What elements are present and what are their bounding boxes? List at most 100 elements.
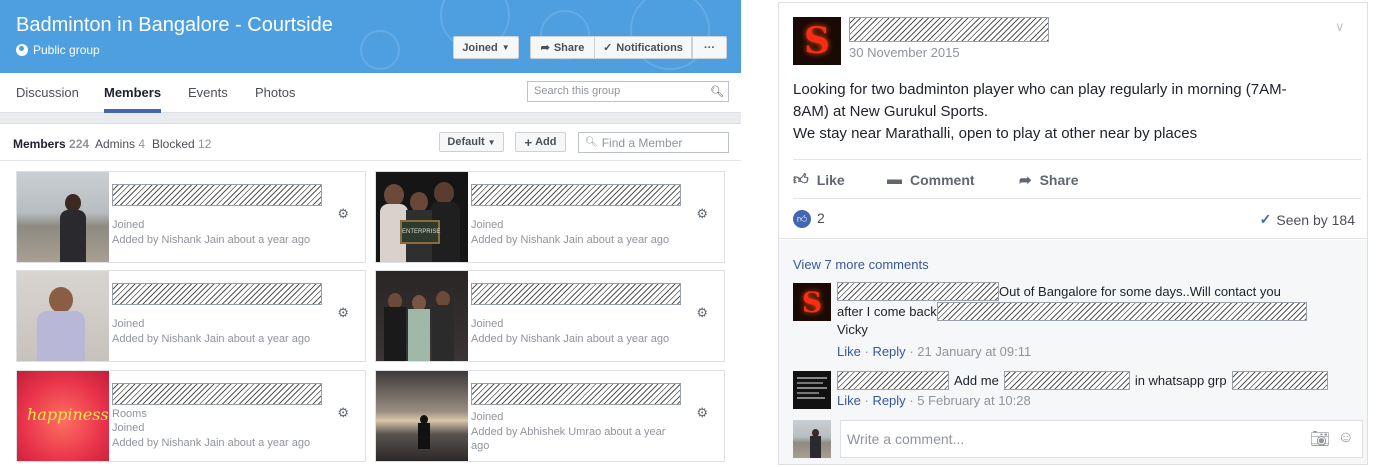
post-body-line: We stay near Marathalli, open to play at… [793, 125, 1198, 142]
member-status: Joined [471, 318, 504, 330]
seen-by-label: Seen by 184 [1276, 211, 1355, 228]
members-label: Members [13, 137, 66, 151]
redacted-text [936, 302, 1307, 321]
member-card[interactable]: ENTERPRISE Joined Added by Nishank Jain … [375, 171, 725, 263]
blocked-filter-tab[interactable]: Blocked 12 [152, 137, 211, 151]
joined-button[interactable]: Joined ▼ [453, 36, 519, 59]
comment-like-link[interactable]: Like [837, 393, 861, 408]
member-name-redacted[interactable] [112, 184, 322, 206]
member-photo[interactable]: happiness [17, 371, 109, 461]
post-author-name-redacted[interactable] [849, 17, 1049, 42]
more-icon: ··· [704, 41, 715, 54]
gear-icon[interactable]: ⚙ [337, 405, 349, 421]
comment-text: after I come back [837, 304, 937, 319]
gear-icon[interactable]: ⚙ [337, 305, 349, 321]
member-name-redacted[interactable] [471, 184, 681, 206]
comment-time[interactable]: 5 February at 10:28 [917, 393, 1030, 408]
comment-meta: Like · Reply · 21 January at 09:11 [837, 344, 1032, 359]
check-icon: ✓ [1259, 211, 1272, 227]
member-name-redacted[interactable] [112, 283, 322, 305]
camera-icon[interactable]: 📷︎ [1310, 429, 1330, 449]
member-photo[interactable] [376, 371, 468, 461]
members-filter-tab[interactable]: Members 224 [13, 137, 89, 151]
comments-area: View 7 more comments S Out of Bangalore … [779, 240, 1367, 464]
sort-default-button[interactable]: Default ▼ [439, 132, 504, 152]
member-status: Joined [471, 219, 504, 231]
group-title[interactable]: Badminton in Bangalore - Courtside [16, 14, 333, 37]
comment-reply-link[interactable]: Reply [872, 393, 905, 408]
comment-time[interactable]: 21 January at 09:11 [917, 344, 1031, 359]
comment-button[interactable]: ▬ Comment [887, 171, 975, 188]
tab-members[interactable]: Members [104, 85, 161, 100]
member-status: Joined [112, 219, 145, 231]
post-author-avatar[interactable]: S [793, 17, 841, 65]
member-card[interactable]: Joined Added by Nishank Jain about a yea… [16, 270, 366, 362]
add-member-button[interactable]: + Add [515, 132, 566, 152]
comment-label: Comment [910, 171, 975, 188]
current-user-avatar[interactable] [793, 420, 831, 458]
member-card[interactable]: Joined Added by Nishank Jain about a yea… [16, 171, 366, 263]
comment-author-name-redacted[interactable] [837, 371, 949, 390]
member-photo[interactable]: ENTERPRISE [376, 172, 468, 262]
member-photo[interactable] [376, 271, 468, 361]
gear-icon[interactable]: ⚙ [696, 206, 708, 222]
tab-events[interactable]: Events [188, 85, 228, 100]
emoji-icon[interactable]: ☺ [1338, 429, 1354, 447]
search-group-placeholder: Search this group [534, 85, 621, 97]
like-button[interactable]: 👍︎ Like [793, 171, 845, 189]
redacted-text [1231, 371, 1328, 390]
members-panel: Members 224 Admins 4 Blocked 12 Default … [0, 123, 741, 467]
post-body-line: Looking for two badminton player who can… [793, 81, 1287, 98]
chevron-down-icon[interactable]: ∨ [1335, 19, 1345, 35]
member-added-by: Added by Nishank Jain about a year ago [112, 234, 311, 246]
comment-author-avatar[interactable]: S [793, 283, 831, 321]
thumbs-up-icon: 👍︎ [793, 171, 809, 188]
member-card[interactable]: Joined Added by Nishank Jain about a yea… [375, 270, 725, 362]
find-member-input[interactable]: 🔍︎ Find a Member [578, 132, 729, 153]
gear-icon[interactable]: ⚙ [337, 206, 349, 222]
gear-icon[interactable]: ⚙ [696, 305, 708, 321]
search-icon[interactable]: 🔍︎ [710, 85, 724, 98]
comment-author-avatar[interactable] [793, 371, 831, 409]
share-post-button[interactable]: ➦ Share [1019, 171, 1079, 189]
member-name-redacted[interactable] [471, 383, 681, 405]
active-tab-indicator [104, 109, 161, 113]
members-count: 224 [69, 137, 90, 151]
share-arrow-icon: ➦ [1019, 172, 1032, 189]
member-name-redacted[interactable] [112, 383, 322, 405]
group-post: S 30 November 2015 ∨ Looking for two bad… [778, 2, 1368, 465]
comment-like-link[interactable]: Like [837, 344, 861, 359]
comment-reply-link[interactable]: Reply [872, 344, 905, 359]
redacted-text [1003, 371, 1130, 390]
comment-text: in whatsapp grp [1134, 373, 1227, 388]
share-group-button[interactable]: ➦ Share [530, 36, 594, 59]
member-card[interactable]: Joined Added by Abhishek Umrao about a y… [375, 370, 725, 462]
chalkboard-sign: ENTERPRISE [400, 220, 440, 244]
gear-icon[interactable]: ⚙ [696, 405, 708, 421]
like-reaction-icon[interactable]: 👍︎ [793, 210, 811, 228]
caret-down-icon: ▼ [501, 43, 510, 52]
comment-input[interactable]: Write a comment... 📷︎ ☺ [840, 420, 1363, 458]
member-status: Joined [471, 411, 504, 423]
notifications-button[interactable]: ✓ Notifications [594, 36, 692, 59]
comment-author-name-redacted[interactable] [837, 282, 999, 301]
seen-by[interactable]: ✓ Seen by 184 [1260, 211, 1355, 228]
member-status: Joined [112, 422, 145, 434]
post-date[interactable]: 30 November 2015 [849, 45, 960, 60]
members-header: Members 224 Admins 4 Blocked 12 Default … [0, 124, 741, 161]
like-count[interactable]: 2 [817, 210, 825, 226]
share-label: Share [553, 41, 585, 54]
post-body-line: 8AM) at New Gurukul Sports. [793, 103, 989, 120]
member-card[interactable]: happiness Rooms Joined Added by Nishank … [16, 370, 366, 462]
comment-input-placeholder: Write a comment... [847, 431, 965, 447]
tab-photos[interactable]: Photos [255, 85, 295, 100]
search-group-input[interactable]: Search this group 🔍︎ [527, 81, 729, 102]
member-photo[interactable] [17, 172, 109, 262]
avatar-letter: S [801, 285, 823, 319]
more-options-button[interactable]: ··· [692, 36, 727, 59]
member-photo[interactable] [17, 271, 109, 361]
tab-discussion[interactable]: Discussion [16, 85, 79, 100]
view-more-comments-link[interactable]: View 7 more comments [793, 257, 929, 272]
admins-filter-tab[interactable]: Admins 4 [95, 137, 145, 151]
member-name-redacted[interactable] [471, 283, 681, 305]
